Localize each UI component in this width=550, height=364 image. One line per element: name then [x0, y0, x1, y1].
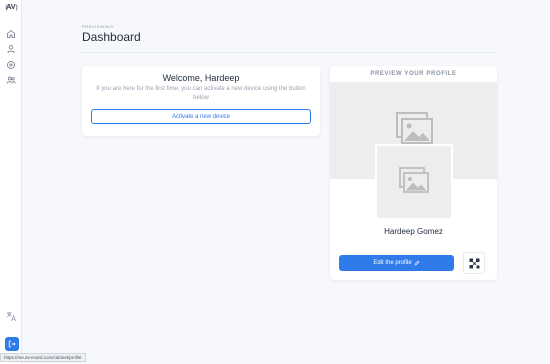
- device-icon[interactable]: [6, 60, 16, 70]
- translate-icon[interactable]: [6, 309, 17, 322]
- qr-code-icon: [469, 258, 479, 268]
- image-placeholder-icon: [399, 167, 429, 193]
- edit-profile-label: Edit the profile: [373, 260, 412, 266]
- pencil-icon: [414, 260, 419, 266]
- user-icon[interactable]: [6, 44, 16, 54]
- qr-code-button[interactable]: [463, 252, 485, 274]
- profile-preview-header: PREVIEW YOUR PROFILE: [330, 66, 497, 83]
- home-icon[interactable]: [6, 29, 16, 39]
- page-subtitle: PREVIEWING: [82, 24, 114, 29]
- welcome-card: Welcome, Hardeep If you are here for the…: [82, 66, 320, 136]
- welcome-title: Welcome, Hardeep: [162, 73, 240, 83]
- avatar-placeholder[interactable]: [375, 144, 453, 220]
- logout-button[interactable]: [5, 337, 19, 351]
- profile-preview-card: PREVIEW YOUR PROFILE Hardeep Gomez Edit …: [330, 66, 497, 280]
- edit-profile-button[interactable]: Edit the profile: [339, 255, 454, 271]
- image-placeholder-icon: [396, 112, 433, 144]
- page-title: Dashboard: [82, 30, 141, 44]
- welcome-description: If you are here for the first time, you …: [96, 86, 306, 101]
- users-icon[interactable]: [6, 75, 16, 85]
- activate-device-button[interactable]: Activate a new device: [91, 109, 311, 124]
- logo[interactable]: (AV): [3, 4, 19, 20]
- header-divider: [82, 52, 497, 53]
- profile-name: Hardeep Gomez: [384, 227, 443, 236]
- status-bar-url: https://me.av-ecard.com/cabinet/profile: [0, 353, 86, 362]
- sidebar: (AV): [0, 0, 22, 364]
- logout-icon: [8, 340, 16, 348]
